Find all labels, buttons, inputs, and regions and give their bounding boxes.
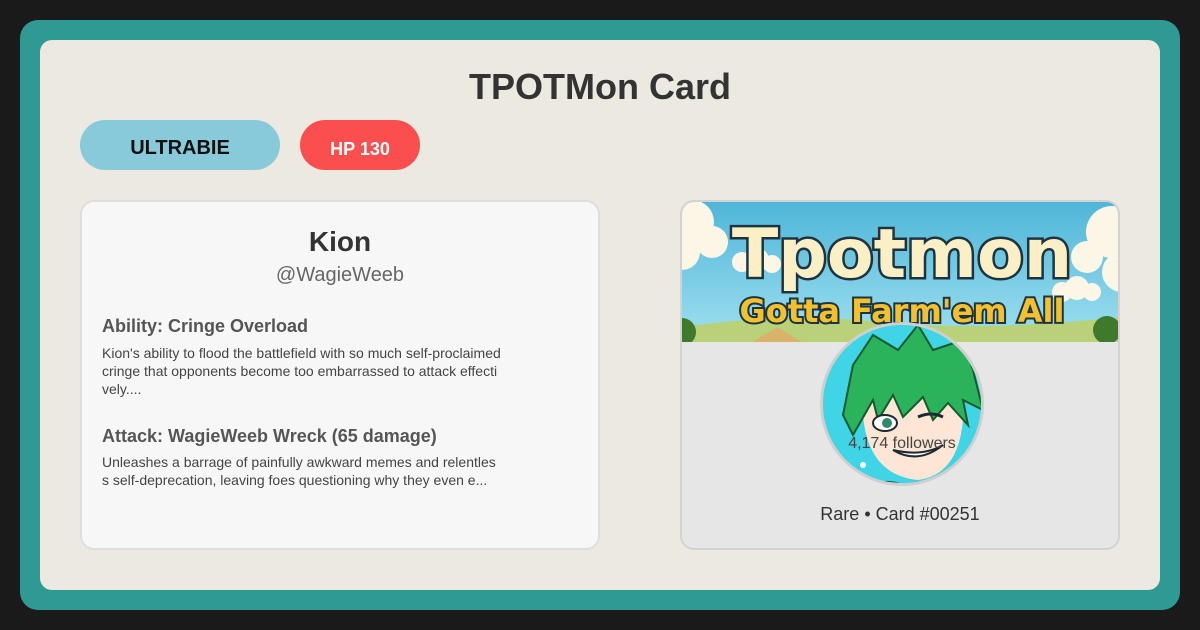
hp-badge: HP 130: [300, 120, 420, 170]
ability-title: Ability: Cringe Overload: [102, 316, 309, 336]
page-title: TPOTMon Card: [469, 66, 731, 107]
profile-name: Kion: [308, 226, 372, 257]
card-image-panel: Tpotmon Gotta Farm'em All 4,174 follower…: [680, 200, 1120, 550]
profile-handle: @WagieWeeb: [275, 264, 405, 286]
tpotmon-banner: Tpotmon Gotta Farm'em All: [682, 202, 1118, 342]
profile-info-panel: Kion @WagieWeeb Ability: Cringe Overload…: [80, 200, 600, 550]
attack-description: Unleashes a barrage of painfully awkward…: [102, 454, 496, 488]
follower-count: 4,174 followers: [848, 435, 956, 452]
banner-title: Tpotmon: [732, 215, 1072, 294]
card-frame: TPOTMon Card ULTRABIE HP 130 Kion @Wagie…: [20, 20, 1180, 610]
avatar: [820, 322, 984, 486]
card-body: TPOTMon Card ULTRABIE HP 130 Kion @Wagie…: [40, 40, 1160, 590]
card-rarity: Rare • Card #00251: [820, 504, 980, 524]
attack-title: Attack: WagieWeeb Wreck (65 damage): [102, 426, 437, 446]
ability-description: Kion's ability to flood the battlefield …: [102, 345, 501, 397]
type-badge: ULTRABIE: [80, 120, 280, 170]
